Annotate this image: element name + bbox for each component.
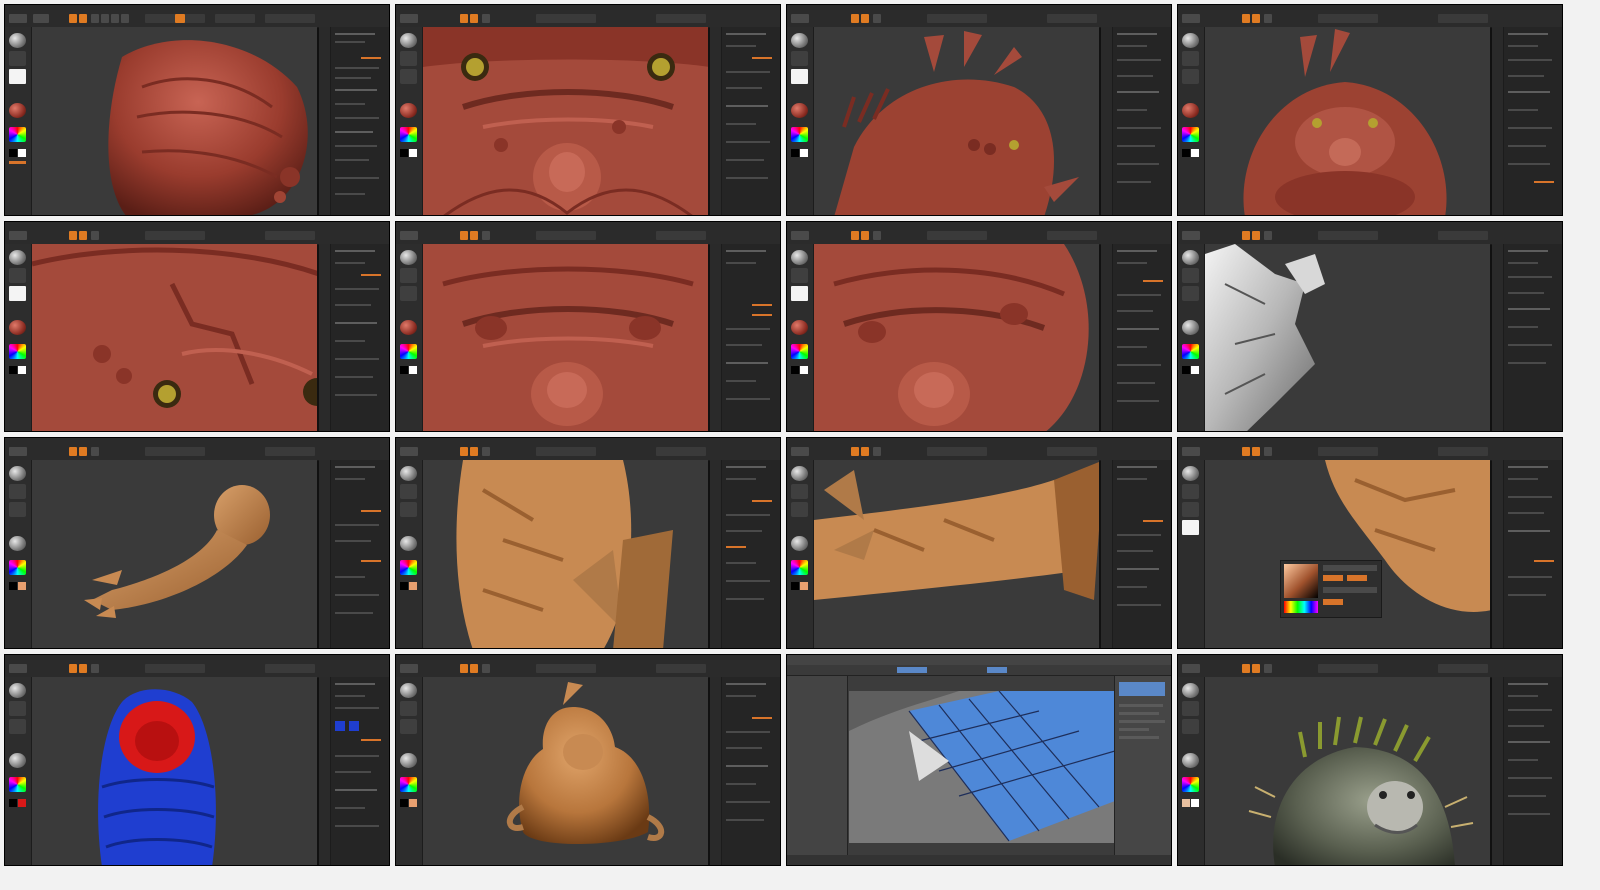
frame-1 [4, 4, 390, 216]
frame-2 [395, 4, 781, 216]
frame-8 [1177, 221, 1563, 432]
color-picker-icon[interactable] [1284, 564, 1318, 598]
left-tray [5, 27, 32, 215]
frame-15 [786, 654, 1172, 866]
material-icon[interactable] [9, 103, 26, 118]
frame-5 [4, 221, 390, 432]
uv-editor-viewport[interactable] [849, 691, 1115, 843]
brush-icon[interactable] [9, 33, 26, 48]
right-tray [330, 27, 389, 215]
stroke-icon[interactable] [9, 51, 26, 66]
contact-sheet [0, 0, 1600, 890]
top-toolbar [5, 5, 389, 28]
frame-14 [395, 654, 781, 866]
viewport[interactable] [32, 27, 317, 215]
frame-4 [1177, 4, 1563, 216]
frame-16 [1177, 654, 1563, 866]
frame-13 [4, 654, 390, 866]
alpha-icon[interactable] [9, 69, 26, 84]
frame-9 [4, 437, 390, 649]
frame-10 [395, 437, 781, 649]
color-picker-palette[interactable] [1280, 560, 1382, 618]
frame-11 [786, 437, 1172, 649]
frame-7 [786, 221, 1172, 432]
frame-12 [1177, 437, 1563, 649]
frame-6 [395, 221, 781, 432]
color-picker-icon[interactable] [9, 127, 26, 142]
frame-3 [786, 4, 1172, 216]
